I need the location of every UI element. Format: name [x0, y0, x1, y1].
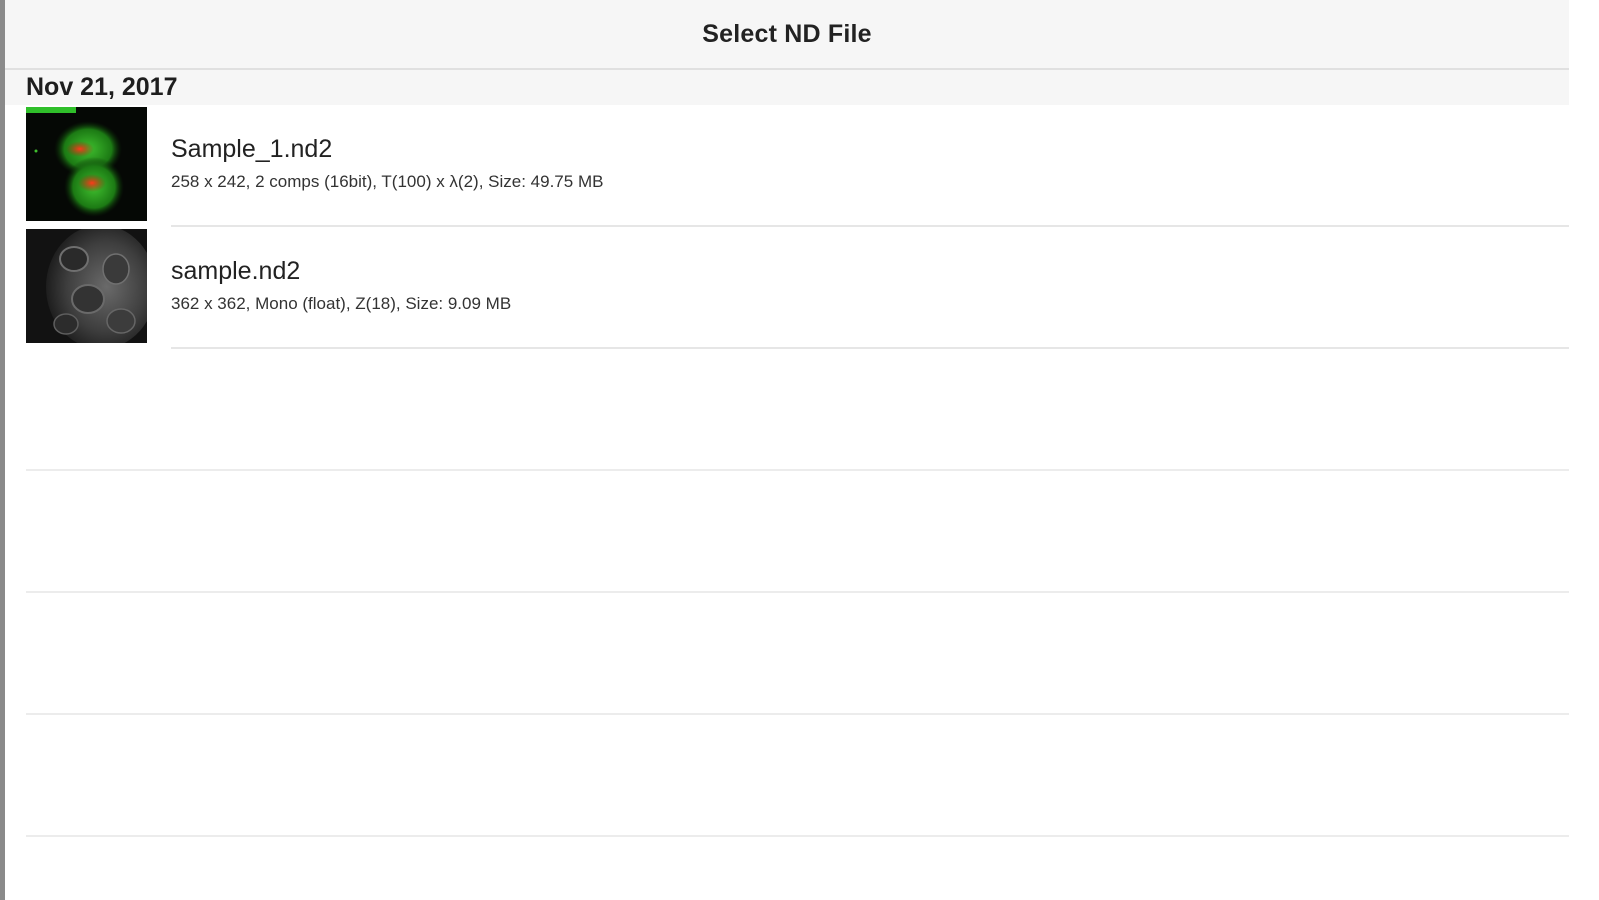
section-date: Nov 21, 2017	[26, 73, 178, 101]
empty-row	[5, 349, 1569, 471]
file-row-sample-1[interactable]: Sample_1.nd2 258 x 242, 2 comps (16bit),…	[5, 105, 1569, 227]
row-separator	[26, 835, 1569, 837]
file-details: 258 x 242, 2 comps (16bit), T(100) x λ(2…	[171, 172, 604, 191]
file-name: Sample_1.nd2	[171, 135, 333, 163]
section-header: Nov 21, 2017	[5, 70, 1569, 105]
file-row-sample[interactable]: sample.nd2 362 x 362, Mono (float), Z(18…	[5, 227, 1569, 349]
empty-row	[5, 593, 1569, 715]
fluorescence-thumbnail-icon	[26, 107, 147, 221]
empty-row	[5, 471, 1569, 593]
file-list: Sample_1.nd2 258 x 242, 2 comps (16bit),…	[5, 105, 1569, 837]
empty-row	[5, 715, 1569, 837]
app-window: Select ND File Nov 21, 2017 Sample_1.nd2…	[0, 0, 1599, 900]
navigation-bar: Select ND File	[5, 0, 1569, 70]
file-details: 362 x 362, Mono (float), Z(18), Size: 9.…	[171, 294, 512, 313]
file-name: sample.nd2	[171, 257, 301, 285]
page-title: Select ND File	[702, 19, 872, 48]
grayscale-thumbnail-icon	[26, 229, 147, 343]
